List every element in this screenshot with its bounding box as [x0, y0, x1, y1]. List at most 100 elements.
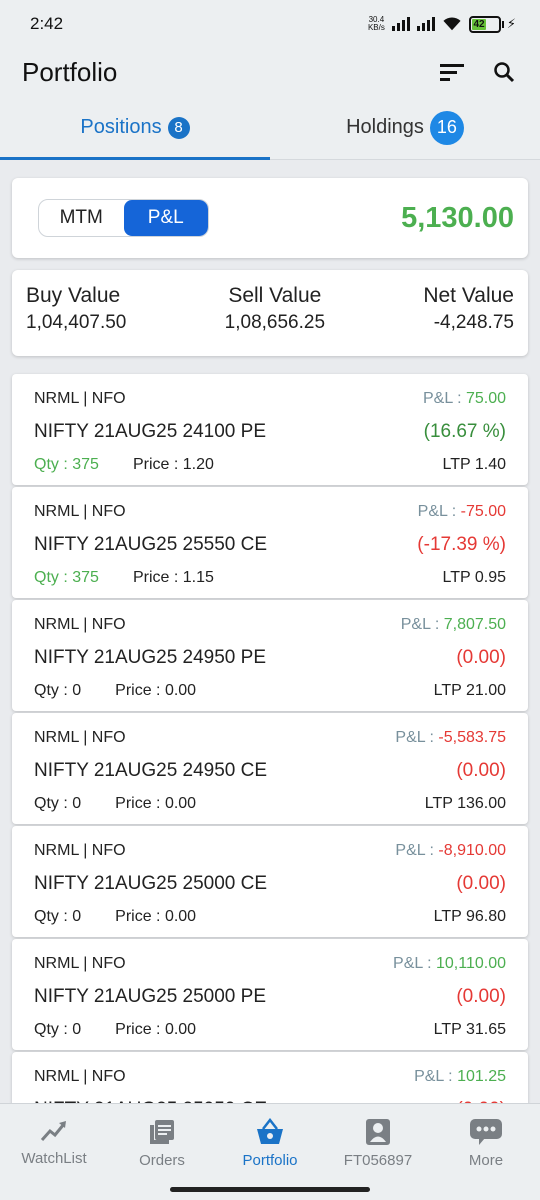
nav-portfolio-label: Portfolio [242, 1152, 298, 1169]
net-value-block: Net Value -4,248.75 [423, 284, 514, 356]
position-pnl: P&L : 101.25 [414, 1068, 506, 1085]
tab-bar: Positions 8 Holdings 16 [0, 96, 540, 160]
avg-price: Price : 1.15 [132, 569, 214, 586]
position-row[interactable]: NRML | NFO P&L : 75.00 NIFTY 21AUG25 241… [12, 374, 528, 485]
sell-value-block: Sell Value 1,08,656.25 [225, 284, 325, 356]
nav-more-label: More [468, 1152, 504, 1169]
product-exchange: NRML | NFO [34, 616, 126, 633]
quantity: Qty : 375 [34, 456, 99, 473]
product-exchange: NRML | NFO [34, 955, 126, 972]
positions-list: NRML | NFO P&L : 75.00 NIFTY 21AUG25 241… [0, 374, 540, 1163]
bottom-navigation: WatchList Orders Portfolio FT056897 More [0, 1103, 540, 1200]
sell-value: 1,08,656.25 [224, 312, 326, 333]
avg-price: Price : 0.00 [115, 795, 197, 812]
tab-holdings-label: Holdings [346, 116, 424, 138]
product-exchange: NRML | NFO [34, 842, 126, 859]
buy-value: 1,04,407.50 [26, 312, 127, 333]
position-pnl: P&L : -75.00 [417, 503, 506, 520]
avg-price: Price : 0.00 [115, 1021, 197, 1038]
buy-value-label: Buy Value [26, 284, 121, 307]
toggle-pnl[interactable]: P&L [123, 200, 208, 236]
pnl-percent: (0.00) [456, 873, 506, 894]
nav-portfolio[interactable]: Portfolio [216, 1104, 324, 1200]
quantity: Qty : 0 [34, 795, 82, 812]
position-row[interactable]: NRML | NFO P&L : -8,910.00 NIFTY 21AUG25… [12, 826, 528, 937]
nav-watchlist[interactable]: WatchList [0, 1104, 108, 1200]
quantity: Qty : 0 [34, 908, 82, 925]
tab-positions[interactable]: Positions 8 [0, 96, 270, 159]
avg-price: Price : 0.00 [115, 682, 197, 699]
avg-price: Price : 0.00 [115, 908, 197, 925]
instrument-symbol: NIFTY 21AUG25 24950 PE [34, 647, 266, 668]
net-value-label: Net Value [423, 284, 514, 307]
pnl-percent: (0.00) [456, 647, 506, 668]
last-traded-price: LTP 136.00 [424, 795, 506, 812]
last-traded-price: LTP 31.65 [433, 1021, 506, 1038]
position-pnl: P&L : 7,807.50 [400, 616, 506, 633]
last-traded-price: LTP 1.40 [442, 456, 506, 473]
instrument-symbol: NIFTY 21AUG25 25550 CE [34, 534, 268, 555]
instrument-symbol: NIFTY 21AUG25 24100 PE [34, 421, 266, 442]
status-icons: 30.4 KB/s 42 ⚡ [368, 15, 516, 33]
net-value: -4,248.75 [433, 312, 514, 333]
net-speed-unit: KB/s [367, 23, 385, 32]
signal-icon-2 [416, 17, 435, 31]
nav-account[interactable]: FT056897 [324, 1104, 432, 1200]
holdings-count-badge: 16 [429, 110, 464, 145]
status-time: 2:42 [30, 14, 64, 33]
nav-orders[interactable]: Orders [108, 1104, 216, 1200]
basket-icon [257, 1118, 283, 1144]
instrument-symbol: NIFTY 21AUG25 24950 CE [34, 760, 268, 781]
last-traded-price: LTP 0.95 [442, 569, 506, 586]
status-bar: 2:42 30.4 KB/s 42 ⚡ [0, 0, 540, 48]
value-summary-card: Buy Value 1,04,407.50 Sell Value 1,08,65… [12, 270, 528, 356]
sort-icon[interactable] [438, 58, 466, 86]
tab-holdings[interactable]: Holdings 16 [270, 96, 540, 159]
product-exchange: NRML | NFO [34, 390, 126, 407]
pnl-percent: (0.00) [456, 760, 506, 781]
position-pnl: P&L : -8,910.00 [395, 842, 506, 859]
product-exchange: NRML | NFO [34, 1068, 126, 1085]
nav-more[interactable]: More [432, 1104, 540, 1200]
product-exchange: NRML | NFO [34, 503, 126, 520]
nav-account-label: FT056897 [343, 1152, 413, 1169]
orders-icon [150, 1120, 174, 1144]
avg-price: Price : 1.20 [132, 456, 214, 473]
nav-orders-label: Orders [139, 1152, 185, 1169]
quantity: Qty : 0 [34, 1021, 82, 1038]
nav-watchlist-label: WatchList [21, 1150, 87, 1167]
instrument-symbol: NIFTY 21AUG25 25000 CE [34, 873, 268, 894]
buy-value-block: Buy Value 1,04,407.50 [26, 284, 126, 356]
last-traded-price: LTP 21.00 [433, 682, 506, 699]
sell-value-label: Sell Value [228, 284, 322, 307]
tab-positions-label: Positions [80, 116, 162, 138]
page-title: Portfolio [22, 56, 118, 87]
quantity: Qty : 0 [34, 682, 82, 699]
product-exchange: NRML | NFO [34, 729, 126, 746]
position-pnl: P&L : 10,110.00 [393, 955, 506, 972]
instrument-symbol: NIFTY 21AUG25 25000 PE [34, 986, 266, 1007]
position-row[interactable]: NRML | NFO P&L : -5,583.75 NIFTY 21AUG25… [12, 713, 528, 824]
total-pnl-value: 5,130.00 [401, 201, 514, 234]
pnl-percent: (16.67 %) [423, 421, 506, 442]
signal-icon [391, 17, 410, 31]
position-pnl: P&L : 75.00 [422, 390, 506, 407]
position-row[interactable]: NRML | NFO P&L : 10,110.00 NIFTY 21AUG25… [12, 939, 528, 1050]
net-speed: 30.4 KB/s [368, 16, 385, 32]
pnl-percent: (0.00) [456, 986, 506, 1007]
battery-icon: 42 ⚡ [468, 15, 516, 33]
position-row[interactable]: NRML | NFO P&L : -75.00 NIFTY 21AUG25 25… [12, 487, 528, 598]
toggle-mtm[interactable]: MTM [39, 200, 124, 236]
last-traded-price: LTP 96.80 [433, 908, 506, 925]
more-icon [470, 1119, 502, 1145]
quantity: Qty : 375 [34, 569, 99, 586]
pnl-summary-card: MTM P&L 5,130.00 [12, 178, 528, 258]
position-row[interactable]: NRML | NFO P&L : 7,807.50 NIFTY 21AUG25 … [12, 600, 528, 711]
pnl-percent: (-17.39 %) [417, 534, 506, 555]
positions-count-badge: 8 [167, 116, 190, 139]
charging-icon: ⚡ [506, 16, 516, 31]
wifi-icon [443, 17, 461, 31]
mtm-pnl-toggle: MTM P&L [38, 199, 209, 237]
search-icon[interactable] [490, 58, 518, 86]
account-icon [366, 1119, 390, 1145]
